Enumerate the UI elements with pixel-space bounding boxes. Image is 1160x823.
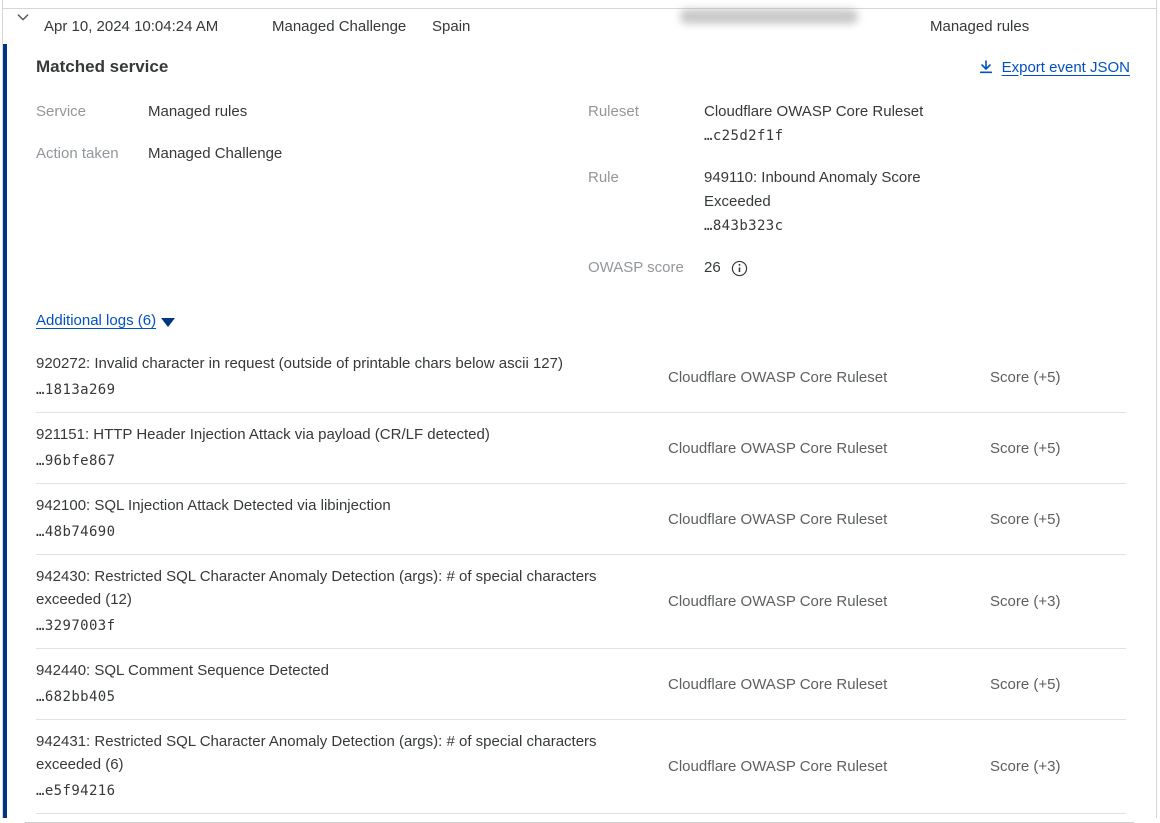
log-score: Score (+3)	[990, 593, 1126, 610]
log-ruleset-name: Cloudflare OWASP Core Ruleset	[668, 676, 990, 693]
log-rule-description: 942430: Restricted SQL Character Anomaly…	[36, 565, 648, 611]
field-owasp-score: OWASP score 26	[588, 256, 944, 280]
event-action: Managed Challenge	[272, 9, 406, 44]
field-ruleset-label: Ruleset	[588, 100, 704, 148]
panel-title: Matched service	[36, 56, 168, 78]
caret-down-icon	[161, 318, 175, 327]
log-rule-id: …96bfe867	[36, 449, 648, 473]
field-action-taken-label: Action taken	[36, 142, 148, 166]
field-owasp-score-value: 26	[704, 256, 721, 280]
event-log-table: Apr 10, 2024 10:04:24 AM Managed Challen…	[2, 0, 1157, 818]
field-rule-label: Rule	[588, 166, 704, 238]
field-ruleset-id: …c25d2f1f	[704, 124, 944, 148]
additional-logs-toggle[interactable]: Additional logs (6)	[36, 312, 175, 329]
field-owasp-score-label: OWASP score	[588, 256, 704, 280]
field-ruleset: Ruleset Cloudflare OWASP Core Ruleset …c…	[588, 100, 944, 148]
log-ruleset-name: Cloudflare OWASP Core Ruleset	[668, 511, 990, 528]
additional-logs-label: Additional logs (6)	[36, 312, 156, 329]
event-detail-panel: Matched service Export event JSON Servic…	[3, 44, 1156, 818]
field-rule: Rule 949110: Inbound Anomaly Score Excee…	[588, 166, 944, 238]
event-timestamp: Apr 10, 2024 10:04:24 AM	[44, 9, 218, 44]
log-row: 942100: SQL Injection Attack Detected vi…	[36, 484, 1126, 555]
additional-logs-list: 920272: Invalid character in request (ou…	[36, 342, 1126, 814]
log-row: 942430: Restricted SQL Character Anomaly…	[36, 555, 1126, 649]
log-rule-id: …48b74690	[36, 520, 648, 544]
log-row: 920272: Invalid character in request (ou…	[36, 342, 1126, 413]
info-icon[interactable]	[731, 260, 748, 277]
log-rule-description: 942440: SQL Comment Sequence Detected	[36, 659, 648, 682]
log-row: 942431: Restricted SQL Character Anomaly…	[36, 720, 1126, 814]
log-score: Score (+5)	[990, 440, 1126, 457]
log-row: 942440: SQL Comment Sequence Detected …6…	[36, 649, 1126, 720]
download-icon	[978, 59, 994, 75]
chevron-down-icon[interactable]	[15, 9, 31, 25]
log-ruleset-name: Cloudflare OWASP Core Ruleset	[668, 369, 990, 386]
field-action-taken: Action taken Managed Challenge	[36, 142, 588, 166]
log-rule-description: 942431: Restricted SQL Character Anomaly…	[36, 730, 648, 776]
field-rule-id: …843b323c	[704, 214, 944, 238]
log-rule-description: 942100: SQL Injection Attack Detected vi…	[36, 494, 648, 517]
log-ruleset-name: Cloudflare OWASP Core Ruleset	[668, 758, 990, 775]
redacted-host-value	[680, 9, 858, 24]
log-rule-id: …1813a269	[36, 378, 648, 402]
log-score: Score (+5)	[990, 511, 1126, 528]
field-service-label: Service	[36, 100, 148, 124]
log-rule-id: …e5f94216	[36, 779, 648, 803]
field-action-taken-value: Managed Challenge	[148, 142, 282, 166]
log-rule-description: 921151: HTTP Header Injection Attack via…	[36, 423, 648, 446]
field-ruleset-value: Cloudflare OWASP Core Ruleset	[704, 100, 944, 124]
log-score: Score (+3)	[990, 758, 1126, 775]
log-rule-id: …3297003f	[36, 614, 648, 638]
log-rule-id: …682bb405	[36, 685, 648, 709]
log-rule-description: 920272: Invalid character in request (ou…	[36, 352, 648, 375]
field-service-value: Managed rules	[148, 100, 247, 124]
field-rule-value: 949110: Inbound Anomaly Score Exceeded	[704, 166, 944, 214]
log-row: 921151: HTTP Header Injection Attack via…	[36, 413, 1126, 484]
log-ruleset-name: Cloudflare OWASP Core Ruleset	[668, 440, 990, 457]
log-ruleset-name: Cloudflare OWASP Core Ruleset	[668, 593, 990, 610]
export-event-json-button[interactable]: Export event JSON	[978, 59, 1130, 76]
event-country: Spain	[432, 9, 470, 44]
field-service: Service Managed rules	[36, 100, 588, 124]
event-summary-row[interactable]: Apr 10, 2024 10:04:24 AM Managed Challen…	[3, 9, 1156, 44]
event-service: Managed rules	[930, 9, 1029, 44]
export-event-json-label: Export event JSON	[1002, 59, 1130, 76]
matched-service-details: Service Managed rules Action taken Manag…	[36, 100, 1156, 298]
log-score: Score (+5)	[990, 676, 1126, 693]
log-score: Score (+5)	[990, 369, 1126, 386]
